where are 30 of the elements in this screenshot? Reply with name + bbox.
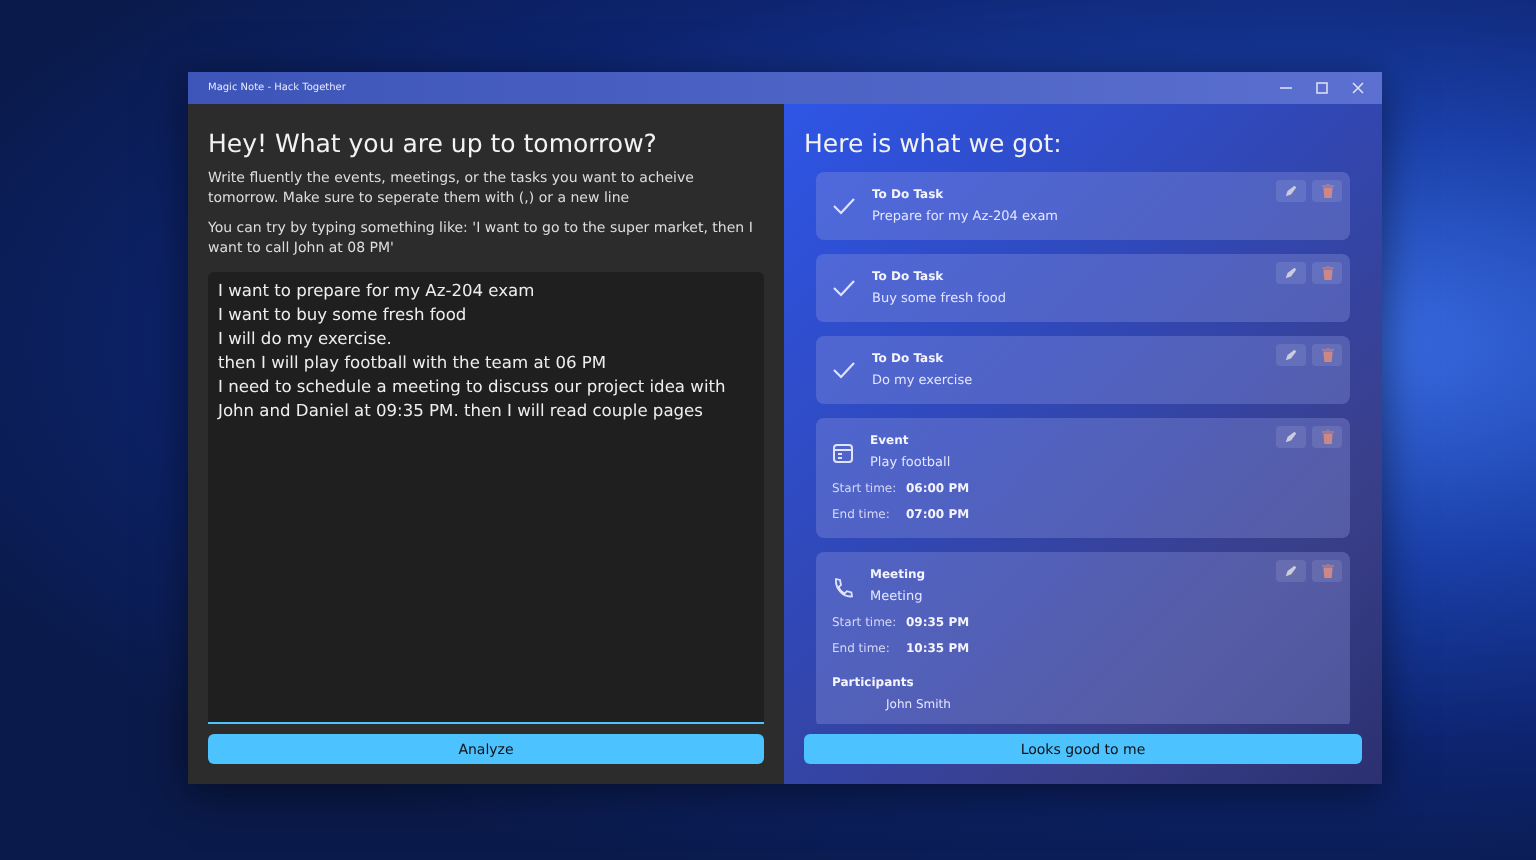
edit-button[interactable]: [1276, 560, 1306, 582]
checkmark-icon: [832, 360, 856, 380]
pencil-icon: [1284, 266, 1298, 280]
panel-heading: Here is what we got:: [804, 128, 1064, 158]
pencil-icon: [1284, 348, 1298, 362]
trash-icon: [1321, 266, 1333, 280]
checkmark-icon: [832, 278, 856, 298]
delete-button[interactable]: [1312, 180, 1342, 202]
checkmark-icon: [832, 196, 856, 216]
input-field[interactable]: I want to prepare for my Az-204 exam I want to buy some fresh food I will do my exercise. then I will play football with the team at 06 PM I need to schedule a meeting to discuss our project idea with John and Daniel at 09:35 PM. then I will read couple pages: [208, 272, 764, 724]
delete-button[interactable]: [1312, 426, 1342, 448]
delete-button[interactable]: [1312, 344, 1342, 366]
close-icon[interactable]: [1350, 80, 1366, 96]
trash-icon: [1321, 184, 1333, 198]
maximize-icon[interactable]: [1314, 80, 1330, 96]
calendar-icon: [832, 442, 854, 464]
pencil-icon: [1284, 430, 1298, 444]
pencil-icon: [1284, 184, 1298, 198]
pencil-icon: [1284, 564, 1298, 578]
edit-button[interactable]: [1276, 344, 1306, 366]
trash-icon: [1321, 430, 1333, 444]
trash-icon: [1321, 348, 1333, 362]
delete-button[interactable]: [1312, 262, 1342, 284]
delete-button[interactable]: [1312, 560, 1342, 582]
edit-button[interactable]: [1276, 426, 1306, 448]
trash-icon: [1321, 564, 1333, 578]
edit-button[interactable]: [1276, 262, 1306, 284]
phone-icon: [832, 576, 854, 600]
edit-button[interactable]: [1276, 180, 1306, 202]
panel-heading: Hey! What you are up to tomorrow?: [208, 128, 659, 158]
